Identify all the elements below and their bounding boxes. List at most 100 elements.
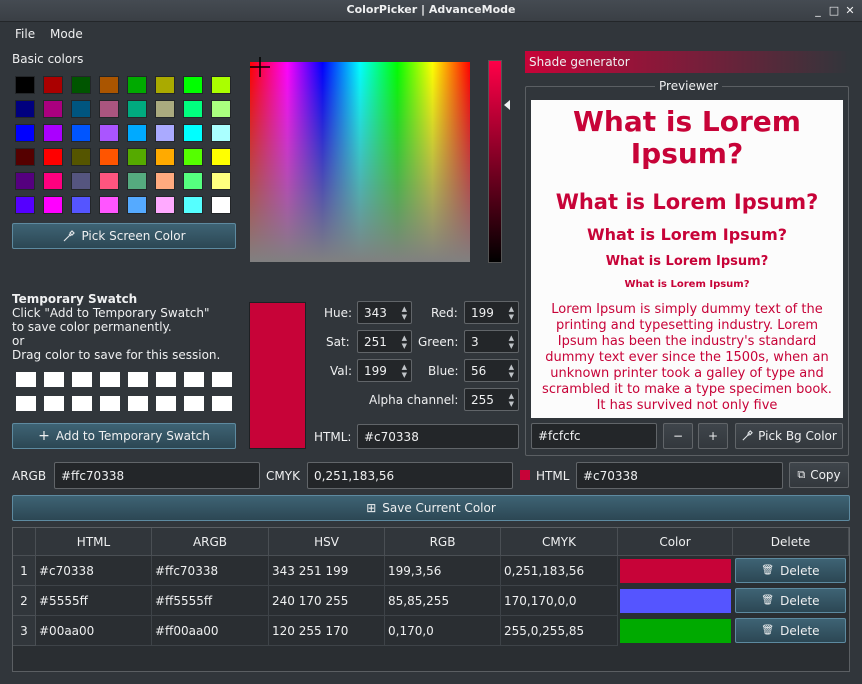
blue-spinbox[interactable]: 56 ▲ ▼ [464, 359, 519, 382]
header-rgb[interactable]: RGB [385, 528, 501, 556]
basic-color-swatch[interactable] [71, 124, 91, 142]
basic-color-swatch[interactable] [127, 148, 147, 166]
basic-color-swatch[interactable] [71, 100, 91, 118]
temp-swatch-slot[interactable] [100, 396, 120, 411]
close-button[interactable]: ✕ [842, 3, 858, 19]
menu-mode[interactable]: Mode [50, 27, 83, 41]
basic-color-swatch[interactable] [183, 100, 203, 118]
temp-swatch-slot[interactable] [184, 372, 204, 387]
temp-swatch-slot[interactable] [44, 396, 64, 411]
temp-swatch-slot[interactable] [16, 396, 36, 411]
bg-plus-button[interactable]: + [698, 423, 728, 449]
temp-swatch-slot[interactable] [128, 396, 148, 411]
header-argb[interactable]: ARGB [152, 528, 269, 556]
cell-argb[interactable]: #ff5555ff [152, 586, 269, 616]
value-slider[interactable] [488, 60, 502, 263]
basic-color-swatch[interactable] [43, 76, 63, 94]
spin-arrows-icon[interactable]: ▲ ▼ [402, 305, 407, 321]
temp-swatch-slot[interactable] [16, 372, 36, 387]
spin-arrows-icon[interactable]: ▲ ▼ [509, 392, 514, 408]
basic-color-swatch[interactable] [127, 196, 147, 214]
basic-color-swatch[interactable] [15, 148, 35, 166]
basic-color-swatch[interactable] [43, 196, 63, 214]
cell-argb[interactable]: #ffc70338 [152, 556, 269, 586]
temp-swatch-slot[interactable] [44, 372, 64, 387]
cell-rgb[interactable]: 199,3,56 [385, 556, 501, 586]
basic-color-swatch[interactable] [99, 76, 119, 94]
basic-color-swatch[interactable] [211, 76, 231, 94]
basic-color-swatch[interactable] [71, 172, 91, 190]
temp-swatch-slot[interactable] [72, 396, 92, 411]
add-to-temp-swatch-button[interactable]: + Add to Temporary Swatch [12, 423, 236, 449]
cell-cmyk[interactable]: 255,0,255,85 [501, 616, 618, 646]
bg-minus-button[interactable]: − [663, 423, 693, 449]
basic-color-swatch[interactable] [43, 100, 63, 118]
cell-html[interactable]: #00aa00 [36, 616, 152, 646]
temp-swatch-slot[interactable] [100, 372, 120, 387]
basic-color-swatch[interactable] [155, 100, 175, 118]
pick-bg-color-button[interactable]: Pick Bg Color [735, 423, 843, 449]
cell-hsv[interactable]: 240 170 255 [269, 586, 385, 616]
basic-color-swatch[interactable] [211, 148, 231, 166]
minimize-button[interactable]: _ [810, 3, 826, 19]
pick-screen-color-button[interactable]: Pick Screen Color [12, 223, 236, 249]
spin-arrows-icon[interactable]: ▲ ▼ [402, 363, 407, 379]
basic-color-swatch[interactable] [15, 100, 35, 118]
basic-color-swatch[interactable] [183, 196, 203, 214]
header-html[interactable]: HTML [36, 528, 152, 556]
header-delete[interactable]: Delete [733, 528, 849, 556]
temp-swatch-slot[interactable] [184, 396, 204, 411]
basic-color-swatch[interactable] [211, 100, 231, 118]
hue-spinbox[interactable]: 343 ▲ ▼ [357, 301, 412, 324]
header-cmyk[interactable]: CMYK [501, 528, 618, 556]
basic-color-swatch[interactable] [155, 148, 175, 166]
spin-arrows-icon[interactable]: ▲ ▼ [509, 334, 514, 350]
basic-color-swatch[interactable] [155, 124, 175, 142]
basic-color-swatch[interactable] [71, 196, 91, 214]
basic-color-swatch[interactable] [15, 172, 35, 190]
spin-arrows-icon[interactable]: ▲ ▼ [509, 305, 514, 321]
delete-row-button[interactable]: 🗑 Delete [735, 558, 846, 583]
maximize-button[interactable]: □ [826, 3, 842, 19]
basic-color-swatch[interactable] [15, 76, 35, 94]
basic-color-swatch[interactable] [183, 124, 203, 142]
basic-color-swatch[interactable] [99, 196, 119, 214]
green-spinbox[interactable]: 3 ▲ ▼ [464, 330, 519, 353]
cell-rgb[interactable]: 0,170,0 [385, 616, 501, 646]
cell-rgb[interactable]: 85,85,255 [385, 586, 501, 616]
temp-swatch-slot[interactable] [72, 372, 92, 387]
basic-color-swatch[interactable] [183, 172, 203, 190]
basic-color-swatch[interactable] [99, 172, 119, 190]
argb-input[interactable]: #ffc70338 [54, 462, 260, 489]
basic-color-swatch[interactable] [127, 76, 147, 94]
val-spinbox[interactable]: 199 ▲ ▼ [357, 359, 412, 382]
basic-color-swatch[interactable] [183, 76, 203, 94]
basic-color-swatch[interactable] [211, 172, 231, 190]
copy-button[interactable]: ⧉ Copy [789, 462, 849, 488]
header-hsv[interactable]: HSV [269, 528, 385, 556]
temp-swatch-slot[interactable] [156, 372, 176, 387]
cell-cmyk[interactable]: 170,170,0,0 [501, 586, 618, 616]
basic-color-swatch[interactable] [155, 196, 175, 214]
cell-hsv[interactable]: 120 255 170 [269, 616, 385, 646]
spin-arrows-icon[interactable]: ▲ ▼ [509, 363, 514, 379]
delete-row-button[interactable]: 🗑 Delete [735, 618, 846, 643]
basic-color-swatch[interactable] [43, 124, 63, 142]
bg-color-input[interactable]: #fcfcfc [531, 423, 657, 449]
basic-color-swatch[interactable] [99, 124, 119, 142]
cell-argb[interactable]: #ff00aa00 [152, 616, 269, 646]
basic-color-swatch[interactable] [127, 172, 147, 190]
basic-color-swatch[interactable] [211, 196, 231, 214]
basic-color-swatch[interactable] [15, 124, 35, 142]
basic-color-swatch[interactable] [99, 148, 119, 166]
header-color[interactable]: Color [618, 528, 733, 556]
save-current-color-button[interactable]: ⊞ Save Current Color [12, 495, 850, 521]
temp-swatch-slot[interactable] [212, 372, 232, 387]
cell-html[interactable]: #5555ff [36, 586, 152, 616]
cell-html[interactable]: #c70338 [36, 556, 152, 586]
basic-color-swatch[interactable] [155, 76, 175, 94]
delete-row-button[interactable]: 🗑 Delete [735, 588, 846, 613]
temp-swatch-slot[interactable] [212, 396, 232, 411]
basic-color-swatch[interactable] [127, 100, 147, 118]
html2-input[interactable]: #c70338 [576, 462, 783, 489]
